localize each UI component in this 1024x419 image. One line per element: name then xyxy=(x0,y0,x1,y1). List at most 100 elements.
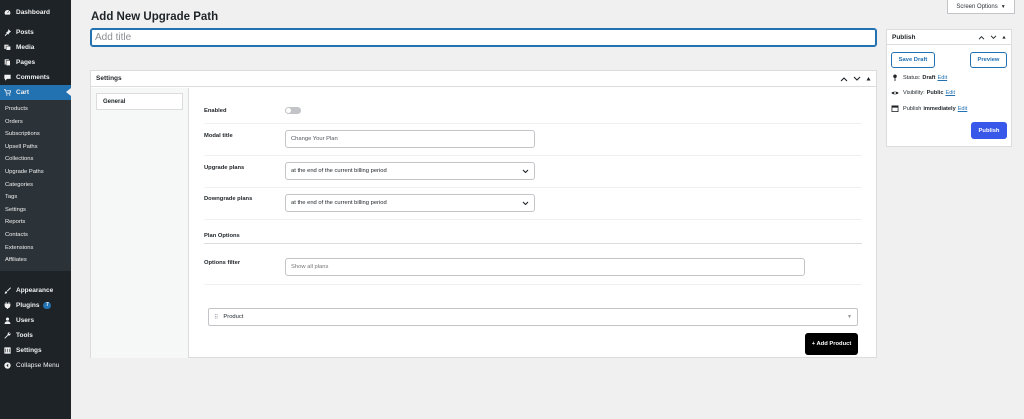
pages-icon xyxy=(4,59,11,66)
submenu-item-settings[interactable]: Settings xyxy=(0,204,71,217)
submenu-item-contacts[interactable]: Contacts xyxy=(0,229,71,242)
upgrade-plans-select[interactable]: at the end of the current billing period xyxy=(285,162,535,180)
downgrade-plans-value: at the end of the current billing period xyxy=(291,200,387,206)
upgrade-plans-value: at the end of the current billing period xyxy=(291,168,387,174)
post-status: Status: Draft Edit xyxy=(891,74,947,81)
chevron-up-icon[interactable] xyxy=(840,76,848,82)
sidebar-item-label: Media xyxy=(16,44,35,51)
enabled-row xyxy=(204,88,862,124)
options-filter-label: Options filter xyxy=(204,260,241,266)
edit-publish-date-link[interactable]: Edit xyxy=(958,106,968,112)
calendar-icon xyxy=(891,105,899,112)
visibility-label: Visibility: xyxy=(903,90,925,96)
save-draft-button[interactable]: Save Draft xyxy=(891,52,935,68)
admin-sidebar: Dashboard Posts Media Pages Comments Car… xyxy=(0,0,71,419)
eye-icon xyxy=(891,91,899,95)
sidebar-item-posts[interactable]: Posts xyxy=(0,25,71,40)
product-row[interactable]: ⠿ Product ▼ xyxy=(208,308,858,326)
tab-general[interactable]: General xyxy=(96,93,183,110)
modal-title-label: Modal title xyxy=(204,133,233,139)
sidebar-item-plugins[interactable]: Plugins 7 xyxy=(0,298,71,313)
publish-date: Publish immediately Edit xyxy=(891,105,967,112)
submenu-item-tags[interactable]: Tags xyxy=(0,191,71,204)
settings-tabs: General xyxy=(91,88,189,358)
status-value: Draft xyxy=(922,74,936,81)
chevron-down-icon xyxy=(522,169,529,174)
post-title-input[interactable] xyxy=(90,28,877,47)
pin-icon xyxy=(893,74,897,81)
submenu-item-subscriptions[interactable]: Subscriptions xyxy=(0,128,71,141)
submenu-item-collections[interactable]: Collections xyxy=(0,153,71,166)
sidebar-item-label: Dashboard xyxy=(16,9,50,16)
publish-date-value: immediately xyxy=(923,105,956,112)
modal-title-input[interactable] xyxy=(285,130,535,148)
submenu-item-orders[interactable]: Orders xyxy=(0,116,71,129)
visibility-value: Public xyxy=(926,90,944,96)
dashboard-icon xyxy=(4,9,11,16)
options-filter-input[interactable] xyxy=(285,258,805,276)
upgrade-plans-label: Upgrade plans xyxy=(204,165,245,171)
drag-handle-icon[interactable]: ⠿ xyxy=(214,314,218,321)
submenu-item-products[interactable]: Products xyxy=(0,103,71,116)
sidebar-item-label: Collapse Menu xyxy=(16,361,60,369)
enabled-toggle[interactable] xyxy=(285,107,301,114)
plugins-update-badge: 7 xyxy=(43,301,52,309)
sidebar-item-label: Users xyxy=(16,316,35,324)
downgrade-plans-label: Downgrade plans xyxy=(204,196,253,202)
sidebar-item-dashboard[interactable]: Dashboard xyxy=(0,5,71,20)
submenu-item-extensions[interactable]: Extensions xyxy=(0,242,71,255)
post-visibility: Visibility: Public Edit xyxy=(891,90,955,96)
settings-panel: Enabled Modal title Upgrade plans at the… xyxy=(190,88,876,357)
preview-button[interactable]: Preview xyxy=(970,52,1007,68)
sidebar-item-label: Settings xyxy=(16,346,42,354)
caret-down-icon: ▼ xyxy=(1000,3,1006,10)
wrench-icon xyxy=(4,332,11,339)
sidebar-item-comments[interactable]: Comments xyxy=(0,70,71,85)
publish-date-label: Publish xyxy=(903,105,922,112)
edit-visibility-link[interactable]: Edit xyxy=(945,90,955,96)
enabled-label: Enabled xyxy=(204,108,227,114)
cart-submenu: Products Orders Subscriptions Upsell Pat… xyxy=(0,100,71,271)
publish-metabox-header: Publish xyxy=(887,30,1011,45)
screen-options-button[interactable]: Screen Options ▼ xyxy=(947,0,1015,14)
sidebar-item-label: Appearance xyxy=(16,286,54,294)
plan-options-divider xyxy=(204,243,862,244)
chevron-down-icon[interactable] xyxy=(990,35,997,40)
pin-icon xyxy=(4,29,11,36)
sidebar-item-media[interactable]: Media xyxy=(0,40,71,55)
downgrade-plans-select[interactable]: at the end of the current billing period xyxy=(285,194,535,212)
product-label: Product xyxy=(223,314,244,320)
publish-metabox: Publish Save Draft Preview Status: Draft… xyxy=(886,29,1012,147)
settings-metabox-title: Settings xyxy=(96,75,122,82)
sidebar-item-cart[interactable]: Cart xyxy=(0,85,71,100)
toggle-triangle-icon[interactable] xyxy=(866,76,871,81)
publish-metabox-title: Publish xyxy=(892,33,916,41)
chevron-down-icon xyxy=(522,201,529,206)
comment-icon xyxy=(4,74,11,81)
submenu-item-categories[interactable]: Categories xyxy=(0,179,71,192)
media-icon xyxy=(4,44,11,51)
sidebar-item-users[interactable]: Users xyxy=(0,313,71,328)
sidebar-item-pages[interactable]: Pages xyxy=(0,55,71,70)
sidebar-item-appearance[interactable]: Appearance xyxy=(0,283,71,298)
page-title: Add New Upgrade Path xyxy=(91,11,219,23)
submenu-item-upsell-paths[interactable]: Upsell Paths xyxy=(0,141,71,154)
metabox-handle-actions xyxy=(978,35,1006,40)
submenu-item-affiliates[interactable]: Affiliates xyxy=(0,254,71,267)
sidebar-item-tools[interactable]: Tools xyxy=(0,328,71,343)
collapse-menu-button[interactable]: Collapse Menu xyxy=(0,358,71,373)
submenu-item-upgrade-paths[interactable]: Upgrade Paths xyxy=(0,166,71,179)
sidebar-item-settings[interactable]: Settings xyxy=(0,343,71,358)
publish-button[interactable]: Publish xyxy=(971,122,1007,139)
sidebar-item-label: Cart xyxy=(16,89,30,96)
toggle-triangle-icon[interactable] xyxy=(1002,35,1006,39)
sidebar-item-label: Comments xyxy=(16,74,50,81)
options-filter-divider xyxy=(204,284,862,285)
sidebar-item-label: Tools xyxy=(16,331,33,339)
add-product-button[interactable]: + Add Product xyxy=(805,333,858,355)
sidebar-item-label: Plugins xyxy=(16,301,40,309)
chevron-up-icon[interactable] xyxy=(978,35,985,40)
submenu-item-reports[interactable]: Reports xyxy=(0,216,71,229)
chevron-down-icon[interactable] xyxy=(853,76,861,82)
edit-status-link[interactable]: Edit xyxy=(937,75,947,81)
